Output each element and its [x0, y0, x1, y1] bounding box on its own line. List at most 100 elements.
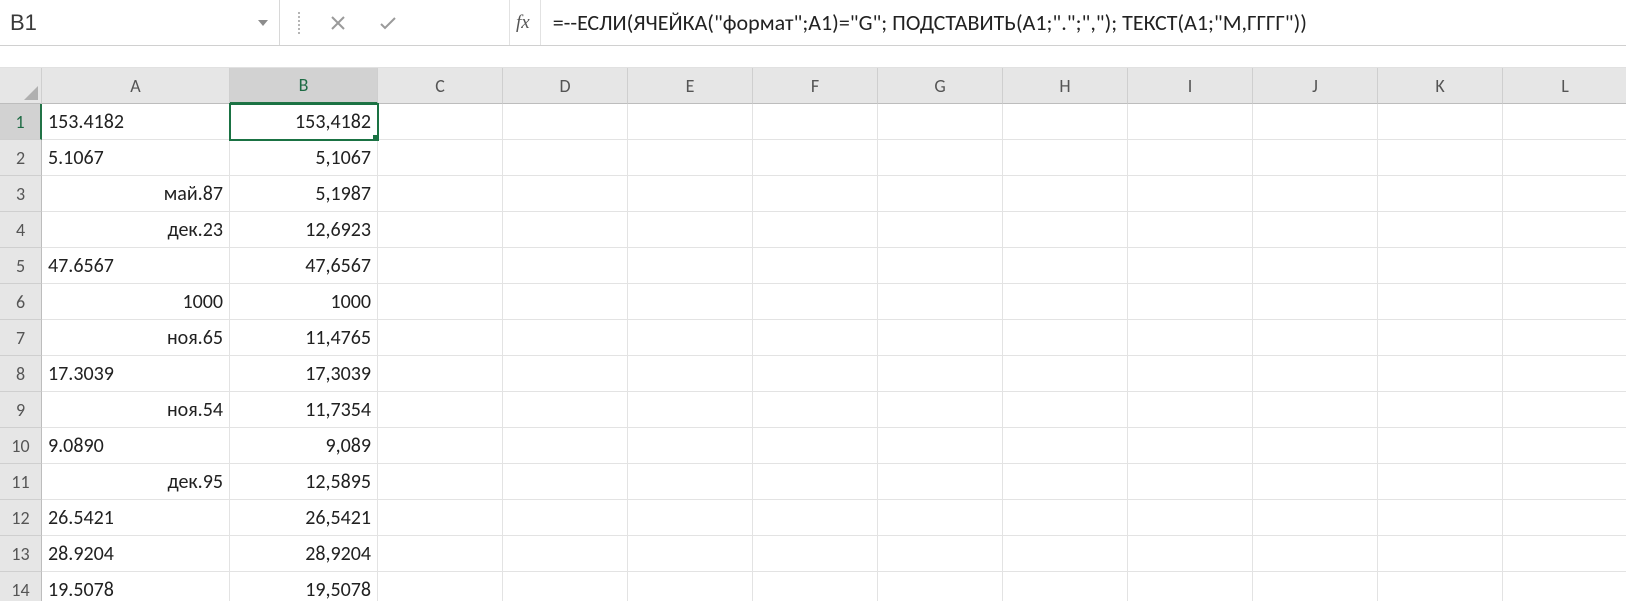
column-header-H[interactable]: H [1003, 68, 1128, 104]
column-header-I[interactable]: I [1128, 68, 1253, 104]
cell-D3[interactable] [503, 176, 628, 212]
cell-L13[interactable] [1503, 536, 1626, 572]
cell-I7[interactable] [1128, 320, 1253, 356]
cell-B7[interactable]: 11,4765 [230, 320, 378, 356]
cell-B2[interactable]: 5,1067 [230, 140, 378, 176]
column-header-F[interactable]: F [753, 68, 878, 104]
cell-D10[interactable] [503, 428, 628, 464]
column-header-B[interactable]: B [230, 68, 378, 104]
cell-C10[interactable] [378, 428, 503, 464]
cell-H5[interactable] [1003, 248, 1128, 284]
cell-G13[interactable] [878, 536, 1003, 572]
row-header-14[interactable]: 14 [0, 572, 42, 601]
row-header-7[interactable]: 7 [0, 320, 42, 356]
cell-H11[interactable] [1003, 464, 1128, 500]
cell-E5[interactable] [628, 248, 753, 284]
insert-function-button[interactable]: fx [510, 0, 541, 45]
cell-J1[interactable] [1253, 104, 1378, 140]
cell-G4[interactable] [878, 212, 1003, 248]
cell-J3[interactable] [1253, 176, 1378, 212]
row-header-6[interactable]: 6 [0, 284, 42, 320]
cell-J11[interactable] [1253, 464, 1378, 500]
cell-J6[interactable] [1253, 284, 1378, 320]
cell-H8[interactable] [1003, 356, 1128, 392]
row-header-10[interactable]: 10 [0, 428, 42, 464]
cell-C2[interactable] [378, 140, 503, 176]
cell-E9[interactable] [628, 392, 753, 428]
cell-A3[interactable]: май.87 [42, 176, 230, 212]
cell-F8[interactable] [753, 356, 878, 392]
cell-K3[interactable] [1378, 176, 1503, 212]
cell-H13[interactable] [1003, 536, 1128, 572]
cell-D14[interactable] [503, 572, 628, 601]
cell-L2[interactable] [1503, 140, 1626, 176]
row-header-1[interactable]: 1 [0, 104, 42, 140]
cell-I4[interactable] [1128, 212, 1253, 248]
cell-L8[interactable] [1503, 356, 1626, 392]
column-header-A[interactable]: A [42, 68, 230, 104]
cell-C13[interactable] [378, 536, 503, 572]
cell-F4[interactable] [753, 212, 878, 248]
cell-B14[interactable]: 19,5078 [230, 572, 378, 601]
cell-G3[interactable] [878, 176, 1003, 212]
cell-L6[interactable] [1503, 284, 1626, 320]
cell-A10[interactable]: 9.0890 [42, 428, 230, 464]
cell-I14[interactable] [1128, 572, 1253, 601]
cell-A8[interactable]: 17.3039 [42, 356, 230, 392]
cell-D6[interactable] [503, 284, 628, 320]
cell-A14[interactable]: 19.5078 [42, 572, 230, 601]
cell-J8[interactable] [1253, 356, 1378, 392]
cell-F1[interactable] [753, 104, 878, 140]
cell-E12[interactable] [628, 500, 753, 536]
cell-D1[interactable] [503, 104, 628, 140]
cell-G12[interactable] [878, 500, 1003, 536]
cell-H4[interactable] [1003, 212, 1128, 248]
cell-I12[interactable] [1128, 500, 1253, 536]
cell-A9[interactable]: ноя.54 [42, 392, 230, 428]
cell-E11[interactable] [628, 464, 753, 500]
cell-J10[interactable] [1253, 428, 1378, 464]
cell-C7[interactable] [378, 320, 503, 356]
cell-C11[interactable] [378, 464, 503, 500]
cell-I5[interactable] [1128, 248, 1253, 284]
cell-A6[interactable]: 1000 [42, 284, 230, 320]
cell-K11[interactable] [1378, 464, 1503, 500]
cancel-icon[interactable] [326, 11, 350, 35]
column-header-G[interactable]: G [878, 68, 1003, 104]
row-header-3[interactable]: 3 [0, 176, 42, 212]
name-box-wrap[interactable]: B1 [0, 0, 280, 45]
cell-A5[interactable]: 47.6567 [42, 248, 230, 284]
cell-B6[interactable]: 1000 [230, 284, 378, 320]
cell-E13[interactable] [628, 536, 753, 572]
cell-D5[interactable] [503, 248, 628, 284]
cell-J4[interactable] [1253, 212, 1378, 248]
row-header-11[interactable]: 11 [0, 464, 42, 500]
column-header-C[interactable]: C [378, 68, 503, 104]
cell-E1[interactable] [628, 104, 753, 140]
cell-C4[interactable] [378, 212, 503, 248]
cell-I13[interactable] [1128, 536, 1253, 572]
cell-G5[interactable] [878, 248, 1003, 284]
cell-I11[interactable] [1128, 464, 1253, 500]
row-header-12[interactable]: 12 [0, 500, 42, 536]
cell-F9[interactable] [753, 392, 878, 428]
cell-C1[interactable] [378, 104, 503, 140]
cell-K1[interactable] [1378, 104, 1503, 140]
cell-K4[interactable] [1378, 212, 1503, 248]
cell-F7[interactable] [753, 320, 878, 356]
cell-I3[interactable] [1128, 176, 1253, 212]
cell-K5[interactable] [1378, 248, 1503, 284]
cell-D8[interactable] [503, 356, 628, 392]
cell-E2[interactable] [628, 140, 753, 176]
cell-L4[interactable] [1503, 212, 1626, 248]
cell-G11[interactable] [878, 464, 1003, 500]
cell-K7[interactable] [1378, 320, 1503, 356]
cell-H9[interactable] [1003, 392, 1128, 428]
name-box-dropdown-icon[interactable] [255, 15, 271, 31]
cell-I6[interactable] [1128, 284, 1253, 320]
column-header-J[interactable]: J [1253, 68, 1378, 104]
cell-A11[interactable]: дек.95 [42, 464, 230, 500]
cell-D11[interactable] [503, 464, 628, 500]
cell-A1[interactable]: 153.4182 [42, 104, 230, 140]
cell-G9[interactable] [878, 392, 1003, 428]
